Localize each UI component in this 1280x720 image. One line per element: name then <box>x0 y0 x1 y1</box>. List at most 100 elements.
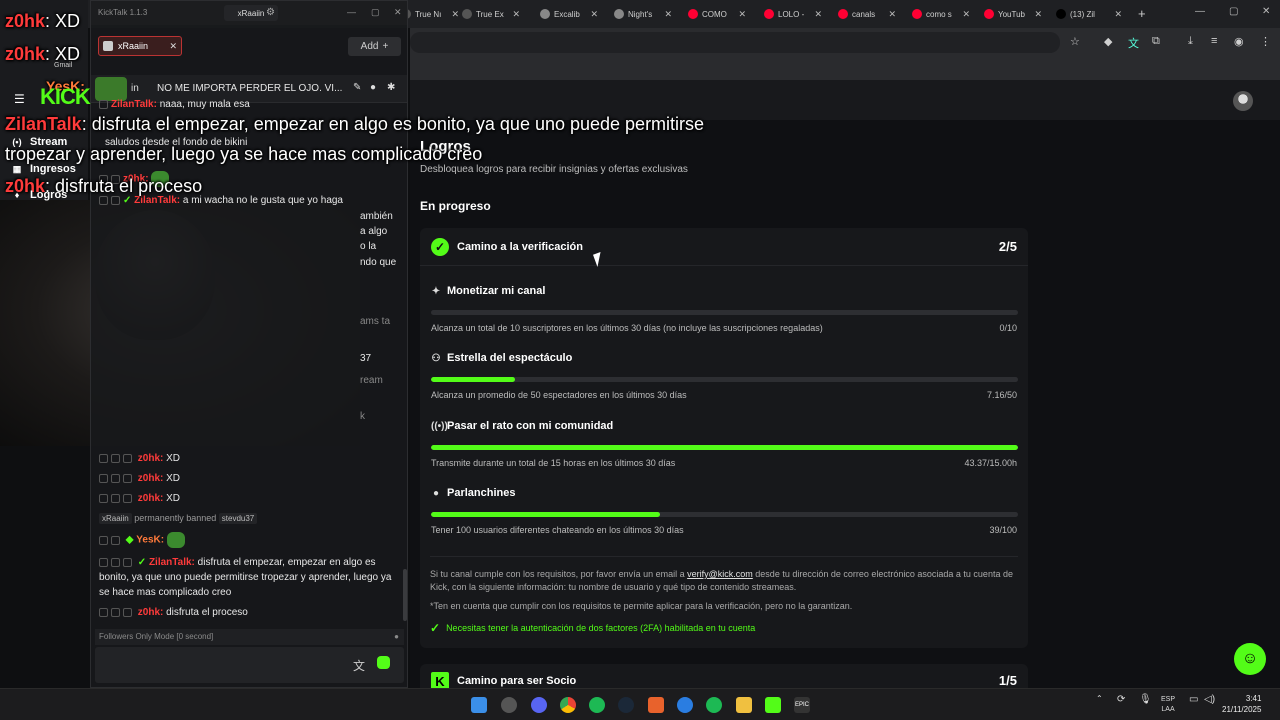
discord-icon[interactable] <box>531 697 547 713</box>
extension-icon[interactable]: ◆ <box>1104 35 1112 48</box>
steam-icon[interactable] <box>618 697 634 713</box>
chat-scrollbar[interactable] <box>403 569 407 621</box>
kicktalk-icon[interactable] <box>765 697 781 713</box>
progress-bar <box>431 512 1018 517</box>
sidebar-item-logros[interactable]: ♦ Logros <box>12 189 68 201</box>
network-icon[interactable]: ▭ <box>1189 694 1198 705</box>
chat-fragment: ream <box>360 375 383 386</box>
achievement-value: 39/100 <box>989 525 1017 535</box>
browser-tab[interactable]: True Ex ✕ <box>456 4 526 24</box>
emote-picker-icon[interactable] <box>377 656 390 669</box>
sidebar-item-stream[interactable]: (•) Stream <box>12 136 67 148</box>
card-count: 2/5 <box>998 239 1017 254</box>
user-icon[interactable]: ● <box>370 82 376 93</box>
x-icon <box>1056 9 1066 19</box>
close-tab-icon[interactable]: ✕ <box>1034 9 1042 20</box>
add-channel-button[interactable]: Add + <box>348 37 401 56</box>
browser-tab[interactable]: canals ✕ <box>832 4 902 24</box>
clock[interactable]: 3:41 21/11/2025 <box>1222 693 1261 715</box>
youtube-icon <box>838 9 848 19</box>
overlay-chat-line: tropezar y aprender, luego ya se hace ma… <box>5 144 483 164</box>
gear-icon[interactable]: ⚙ <box>266 7 275 18</box>
achievement-description: Tener 100 usuarios diferentes chateando … <box>431 525 684 535</box>
card-count: 1/5 <box>998 673 1017 688</box>
progress-fill <box>431 512 660 517</box>
unpin-icon[interactable]: ✎ <box>353 82 361 93</box>
achievement-description: Alcanza un promedio de 50 espectadores e… <box>431 390 687 400</box>
avatar[interactable] <box>1233 91 1253 111</box>
browser-tab[interactable]: YouTub ✕ <box>978 4 1048 24</box>
achievement-title: ● Parlanchines <box>432 487 516 499</box>
app-version: KickTalk 1.1.3 <box>98 8 148 17</box>
youtube-icon <box>912 9 922 19</box>
close-tab-icon[interactable]: ✕ <box>590 9 598 20</box>
bookmark-star-icon[interactable]: ☆ <box>1070 35 1080 48</box>
translate-icon[interactable]: 文 <box>1128 35 1139 51</box>
verify-email-link[interactable]: verify@kick.com <box>687 569 753 579</box>
channel-tab[interactable]: xRaaiin ✕ <box>98 36 182 56</box>
browser-tab[interactable]: Night's ✕ <box>608 4 678 24</box>
refresh-icon[interactable]: ⟳ <box>1117 694 1125 705</box>
chat-message: z0hk: XD <box>99 491 397 506</box>
hamburger-icon[interactable]: ☰ <box>14 92 25 106</box>
minimize-icon[interactable]: — <box>347 7 356 17</box>
kick-logo: KICK <box>40 84 91 109</box>
chat-message: ◆ YesK: <box>99 532 397 548</box>
close-tab-icon[interactable]: ✕ <box>962 9 970 20</box>
info-icon[interactable]: ● <box>394 632 399 641</box>
profile-icon[interactable]: ◉ <box>1234 35 1244 48</box>
browser-tab[interactable]: como s ✕ <box>906 4 976 24</box>
page-icon <box>614 9 624 19</box>
achievement-value: 7.16/50 <box>986 390 1017 400</box>
close-tab-icon[interactable]: ✕ <box>814 9 822 20</box>
menu-icon[interactable]: ⋮ <box>1260 35 1271 48</box>
download-icon[interactable]: ⤓ <box>1188 35 1193 48</box>
start-icon[interactable] <box>471 697 487 713</box>
tray-chevron-icon[interactable]: ⌃ <box>1096 694 1103 703</box>
achievement-description: Transmite durante un total de 15 horas e… <box>431 458 676 468</box>
help-chat-button[interactable]: ☺ <box>1234 643 1266 675</box>
puzzle-icon[interactable]: ⧉ <box>1152 35 1160 48</box>
spotify-icon[interactable] <box>706 697 722 713</box>
spotify-icon[interactable] <box>589 697 605 713</box>
chat-message: z0hk: XD <box>99 451 397 466</box>
browser-tab[interactable]: LOLO - ✕ <box>758 4 828 24</box>
browser-tab[interactable]: (13) Zil ✕ <box>1050 4 1128 24</box>
folder-icon[interactable] <box>736 697 752 713</box>
new-tab-button[interactable]: + <box>1138 6 1146 21</box>
close-tab-icon[interactable]: ✕ <box>664 9 672 20</box>
translate-icon[interactable]: 文 <box>353 657 365 674</box>
pin-icon[interactable]: ✱ <box>387 82 395 93</box>
close-tab-icon[interactable]: ✕ <box>512 9 520 20</box>
epic-games-icon[interactable]: EPIC <box>794 697 810 713</box>
close-tab-icon[interactable]: ✕ <box>888 9 896 20</box>
chat-input[interactable]: 文 <box>95 647 404 683</box>
chat-message: ✓ ZilanTalk: disfruta el empezar, empeza… <box>99 557 392 598</box>
close-tab-icon[interactable]: ✕ <box>738 9 746 20</box>
media-icon[interactable]: ≡ <box>1211 35 1217 47</box>
browser-tab[interactable]: Excalib ✕ <box>534 4 604 24</box>
emote-icon <box>166 532 185 548</box>
browser-tab[interactable]: COMO ✕ <box>682 4 752 24</box>
chat-fragment: ams ta <box>360 316 391 327</box>
brave-icon[interactable] <box>648 697 664 713</box>
address-bar-row <box>410 28 1280 56</box>
sidebar-item-ingresos[interactable]: ▦ Ingresos <box>12 163 76 175</box>
close-tab-icon[interactable]: ✕ <box>1114 9 1122 20</box>
close-window-icon[interactable]: ✕ <box>1262 6 1270 17</box>
volume-icon[interactable]: ◁) <box>1204 694 1215 705</box>
minimize-icon[interactable]: — <box>1195 6 1205 17</box>
youtube-icon <box>764 9 774 19</box>
close-icon[interactable]: ✕ <box>394 7 402 18</box>
language-indicator[interactable]: ESP LAA <box>1161 695 1175 715</box>
windows-taskbar: EPIC ⌃ ⟳ 🎙 ESP LAA ▭ ◁) 3:41 21/11/2025 <box>0 688 1280 720</box>
channel-avatar-icon <box>103 41 113 51</box>
close-tab-icon[interactable]: ✕ <box>169 41 177 52</box>
maximize-icon[interactable]: ▢ <box>1229 6 1238 17</box>
url-input[interactable] <box>410 32 1060 53</box>
app-icon[interactable] <box>501 697 517 713</box>
microphone-icon[interactable]: 🎙 <box>1139 694 1152 705</box>
chrome-icon[interactable] <box>560 697 576 713</box>
maximize-icon[interactable]: ▢ <box>371 7 380 18</box>
browser-icon[interactable] <box>677 697 693 713</box>
